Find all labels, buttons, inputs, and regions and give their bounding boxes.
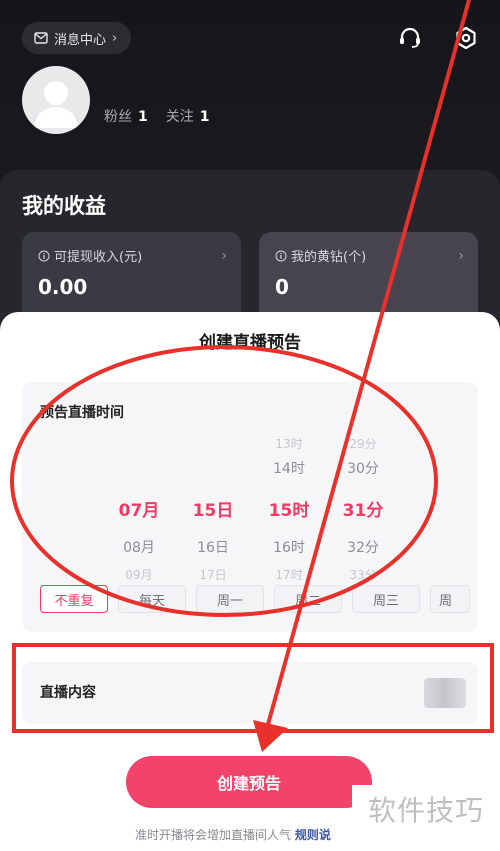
day-selected: 15日 xyxy=(192,501,234,521)
minute-selected: 31分 xyxy=(342,501,384,521)
hour-selected: 15时 xyxy=(268,501,310,521)
following-stat[interactable]: 关注 1 xyxy=(166,106,210,126)
minute-option: 29分 xyxy=(349,437,377,451)
day-option: 17日 xyxy=(199,568,227,582)
following-count: 1 xyxy=(199,109,210,125)
settings-icon[interactable] xyxy=(452,24,480,52)
info-icon xyxy=(275,250,287,261)
headset-icon[interactable] xyxy=(396,24,424,52)
followers-count: 1 xyxy=(138,109,148,125)
default-avatar-icon xyxy=(34,81,78,128)
content-thumbnail xyxy=(424,678,466,708)
watermark-text: 软件技巧 xyxy=(352,785,500,833)
info-icon xyxy=(38,250,50,261)
repeat-chip-partial[interactable]: 周 xyxy=(430,585,470,613)
hour-option: 17时 xyxy=(275,568,303,582)
withdrawable-income-label-row: 可提现收入(元) xyxy=(38,246,225,265)
repeat-chip-wednesday[interactable]: 周三 xyxy=(352,585,420,613)
message-center-label: 消息中心 xyxy=(54,32,107,48)
avatar[interactable] xyxy=(22,66,90,134)
day-option: 16日 xyxy=(197,540,229,556)
followers-label: 粉丝 xyxy=(104,109,132,125)
sheet-title: 创建直播预告 xyxy=(199,333,301,353)
create-preview-button[interactable]: 创建预告 xyxy=(126,756,372,808)
withdrawable-income-value: 0.00 xyxy=(38,275,88,299)
minute-option: 30分 xyxy=(347,461,379,477)
footer-note: 准时开播将会增加直播间人气 规则说 xyxy=(135,826,331,843)
rules-link[interactable]: 规则说 xyxy=(295,828,331,842)
repeat-chip-tuesday[interactable]: 周二 xyxy=(274,585,342,613)
earnings-title: 我的收益 xyxy=(22,194,106,218)
footer-note-text: 准时开播将会增加直播间人气 xyxy=(135,828,292,842)
hour-option: 14时 xyxy=(273,461,305,477)
mail-icon xyxy=(34,32,48,44)
hour-option: 16时 xyxy=(273,540,305,556)
chevron-right-icon: › xyxy=(458,248,464,264)
preview-time-section: 预告直播时间 07月 08月 09月 15日 16日 17日 13时 14时 1… xyxy=(22,382,478,632)
followers-stat[interactable]: 粉丝 1 xyxy=(104,106,148,126)
follow-stats: 粉丝 1 关注 1 xyxy=(104,106,210,126)
repeat-chip-none[interactable]: 不重复 xyxy=(40,585,108,613)
live-content-row[interactable]: 直播内容 xyxy=(22,662,478,724)
chevron-right-icon: › xyxy=(221,248,227,264)
withdrawable-income-label: 可提现收入(元) xyxy=(54,250,143,265)
month-option: 09月 xyxy=(125,568,153,582)
create-preview-sheet: 创建直播预告 预告直播时间 07月 08月 09月 15日 16日 17日 13… xyxy=(0,312,500,851)
yellow-diamond-label: 我的黄钻(个) xyxy=(291,250,367,265)
following-label: 关注 xyxy=(165,109,194,125)
yellow-diamond-value: 0 xyxy=(275,275,289,299)
repeat-chip-monday[interactable]: 周一 xyxy=(196,585,264,613)
hour-option: 13时 xyxy=(275,437,303,451)
preview-time-label: 预告直播时间 xyxy=(40,405,124,421)
yellow-diamond-label-row: 我的黄钻(个) xyxy=(275,246,462,265)
minute-option: 32分 xyxy=(347,540,379,556)
repeat-options: 不重复 每天 周一 周二 周三 周 xyxy=(40,585,470,613)
month-selected: 07月 xyxy=(118,501,160,521)
live-content-label: 直播内容 xyxy=(40,685,96,701)
message-center-button[interactable]: 消息中心 › xyxy=(22,22,132,54)
repeat-chip-daily[interactable]: 每天 xyxy=(118,585,186,613)
month-option: 08月 xyxy=(123,540,155,556)
chevron-right-icon: › xyxy=(112,30,118,46)
minute-option: 33分 xyxy=(349,568,377,582)
